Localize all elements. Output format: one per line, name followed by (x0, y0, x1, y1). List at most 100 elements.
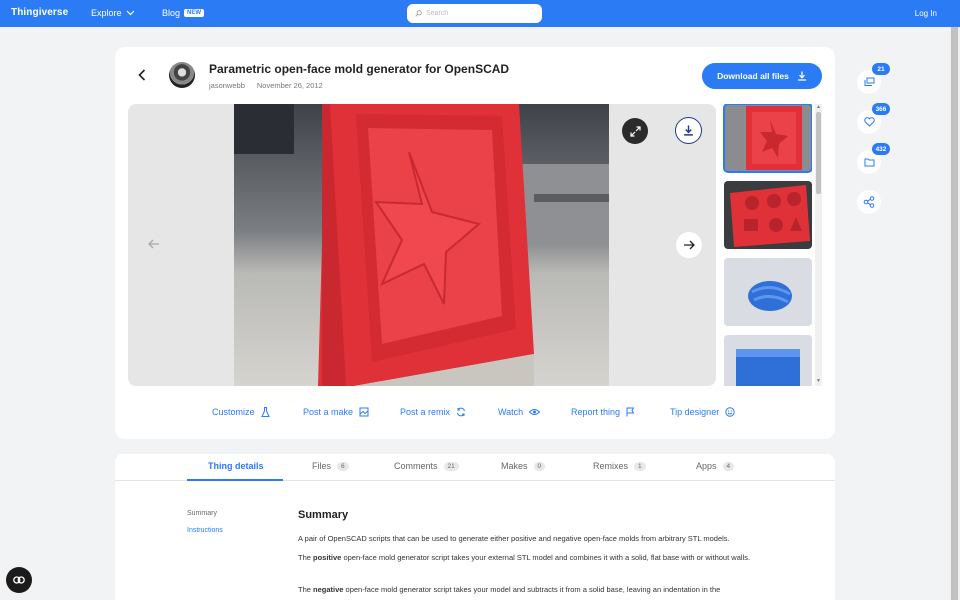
thumbnail-render-blob (724, 258, 812, 326)
watch-button[interactable]: Watch (498, 407, 541, 417)
image-gallery (128, 104, 716, 386)
search-icon (415, 10, 422, 17)
p3-bold: negative (313, 585, 344, 594)
thing-meta: jasonwebb November 26, 2012 (209, 81, 323, 90)
post-remix-button[interactable]: Post a remix (400, 407, 466, 417)
details-tabs: Thing details Files 6 Comments 21 Makes … (115, 454, 835, 481)
scroll-up-icon[interactable]: ▲ (816, 104, 821, 110)
watch-label: Watch (498, 407, 524, 417)
download-all-label: Download all files (717, 71, 789, 81)
thumbnail-1[interactable] (723, 104, 812, 173)
nav-explore[interactable]: Explore (91, 8, 135, 18)
side-nav-instructions[interactable]: Instructions (187, 527, 223, 534)
search-input[interactable] (426, 10, 536, 17)
next-image-button[interactable] (676, 232, 702, 258)
download-all-button[interactable]: Download all files (702, 63, 822, 89)
fullscreen-button[interactable] (622, 118, 648, 144)
arrow-right-icon (684, 240, 695, 250)
report-thing-label: Report thing (571, 407, 621, 417)
arrow-left-icon (148, 239, 159, 249)
remixes-count: 432 (872, 143, 890, 155)
tab-files[interactable]: Files 6 (312, 461, 349, 471)
thing-details-card: Thing details Files 6 Comments 21 Makes … (115, 454, 835, 600)
eye-icon (529, 409, 541, 415)
share-button[interactable] (857, 190, 881, 214)
scroll-down-icon[interactable]: ▼ (816, 378, 821, 384)
tab-count: 21 (443, 461, 459, 471)
previous-image-button[interactable] (148, 236, 160, 252)
tab-label: Files (312, 461, 332, 471)
tab-remixes[interactable]: Remixes 1 (593, 461, 646, 471)
tab-count: 1 (634, 461, 646, 471)
active-tab-indicator (187, 479, 283, 481)
download-image-button[interactable] (675, 117, 702, 144)
scroll-thumb[interactable] (816, 112, 821, 194)
download-icon (684, 125, 693, 136)
tab-label: Apps (696, 461, 717, 471)
collections-count: 21 (872, 63, 890, 75)
post-remix-label: Post a remix (400, 407, 451, 417)
share-icon (863, 196, 875, 208)
chevron-down-icon (126, 10, 134, 16)
tab-label: Remixes (593, 461, 629, 471)
nav-blog-label: Blog (162, 8, 181, 18)
tab-label: Comments (394, 461, 438, 471)
nav-blog[interactable]: Blog NEW (162, 8, 205, 18)
thing-card: Parametric open-face mold generator for … (115, 47, 835, 439)
side-nav-summary[interactable]: Summary (187, 510, 217, 517)
folder-remix-icon (864, 158, 874, 167)
tab-label: Thing details (208, 461, 264, 471)
p2-bold: positive (313, 553, 342, 562)
expand-icon (629, 125, 641, 137)
tip-designer-label: Tip designer (670, 407, 720, 417)
thumbnail-strip (722, 104, 812, 386)
tab-count: 6 (337, 461, 349, 471)
summary-paragraph-3: The negative open-face mold generator sc… (298, 584, 768, 596)
main-photo (234, 104, 609, 386)
remix-icon (457, 407, 466, 417)
back-button[interactable] (135, 68, 149, 82)
author-avatar[interactable] (169, 62, 195, 88)
tab-apps[interactable]: Apps 4 (696, 461, 735, 471)
tab-comments[interactable]: Comments 21 (394, 461, 459, 471)
link-chain-icon (13, 576, 25, 584)
p3-suffix: open-face mold generator script takes yo… (343, 585, 721, 594)
thumbnail-4[interactable] (724, 335, 812, 386)
thing-title: Parametric open-face mold generator for … (209, 62, 510, 76)
post-make-button[interactable]: Post a make (303, 407, 369, 417)
tab-thing-details[interactable]: Thing details (208, 461, 264, 471)
download-icon (797, 71, 806, 81)
page-scroll-thumb[interactable] (951, 27, 958, 600)
summary-heading: Summary (298, 509, 349, 521)
p3-prefix: The (298, 585, 314, 594)
p2-suffix: open-face mold generator script takes yo… (341, 553, 751, 562)
chat-button[interactable] (6, 567, 32, 593)
login-link[interactable]: Log In (915, 9, 937, 18)
tab-count: 0 (533, 461, 546, 471)
likes-count: 366 (872, 103, 890, 115)
search-bar[interactable] (407, 4, 542, 23)
summary-paragraph-1: A pair of OpenSCAD scripts that can be u… (298, 534, 730, 543)
thumbnail-scrollbar[interactable]: ▲ ▼ (815, 104, 822, 386)
red-mold-photo (234, 104, 609, 386)
thumbnail-2[interactable] (724, 181, 812, 249)
tab-makes[interactable]: Makes 0 (501, 461, 546, 471)
collection-icon (864, 77, 874, 86)
customize-label: Customize (212, 407, 255, 417)
publish-date: November 26, 2012 (256, 81, 323, 90)
author-link[interactable]: jasonwebb (209, 81, 245, 90)
image-icon (359, 407, 369, 417)
tab-label: Makes (501, 461, 528, 471)
thumbnail-3[interactable] (724, 258, 812, 326)
page-scrollbar[interactable] (949, 27, 960, 600)
new-badge: NEW (184, 9, 205, 17)
flag-icon (626, 407, 635, 417)
tab-count: 4 (722, 461, 735, 471)
post-make-label: Post a make (303, 407, 354, 417)
nav-explore-label: Explore (91, 8, 122, 18)
p2-prefix: The (298, 553, 314, 562)
customize-button[interactable]: Customize (212, 407, 270, 417)
tip-designer-button[interactable]: Tip designer (670, 407, 735, 417)
site-logo[interactable]: Thingiverse (11, 7, 68, 18)
report-thing-button[interactable]: Report thing (571, 407, 635, 417)
